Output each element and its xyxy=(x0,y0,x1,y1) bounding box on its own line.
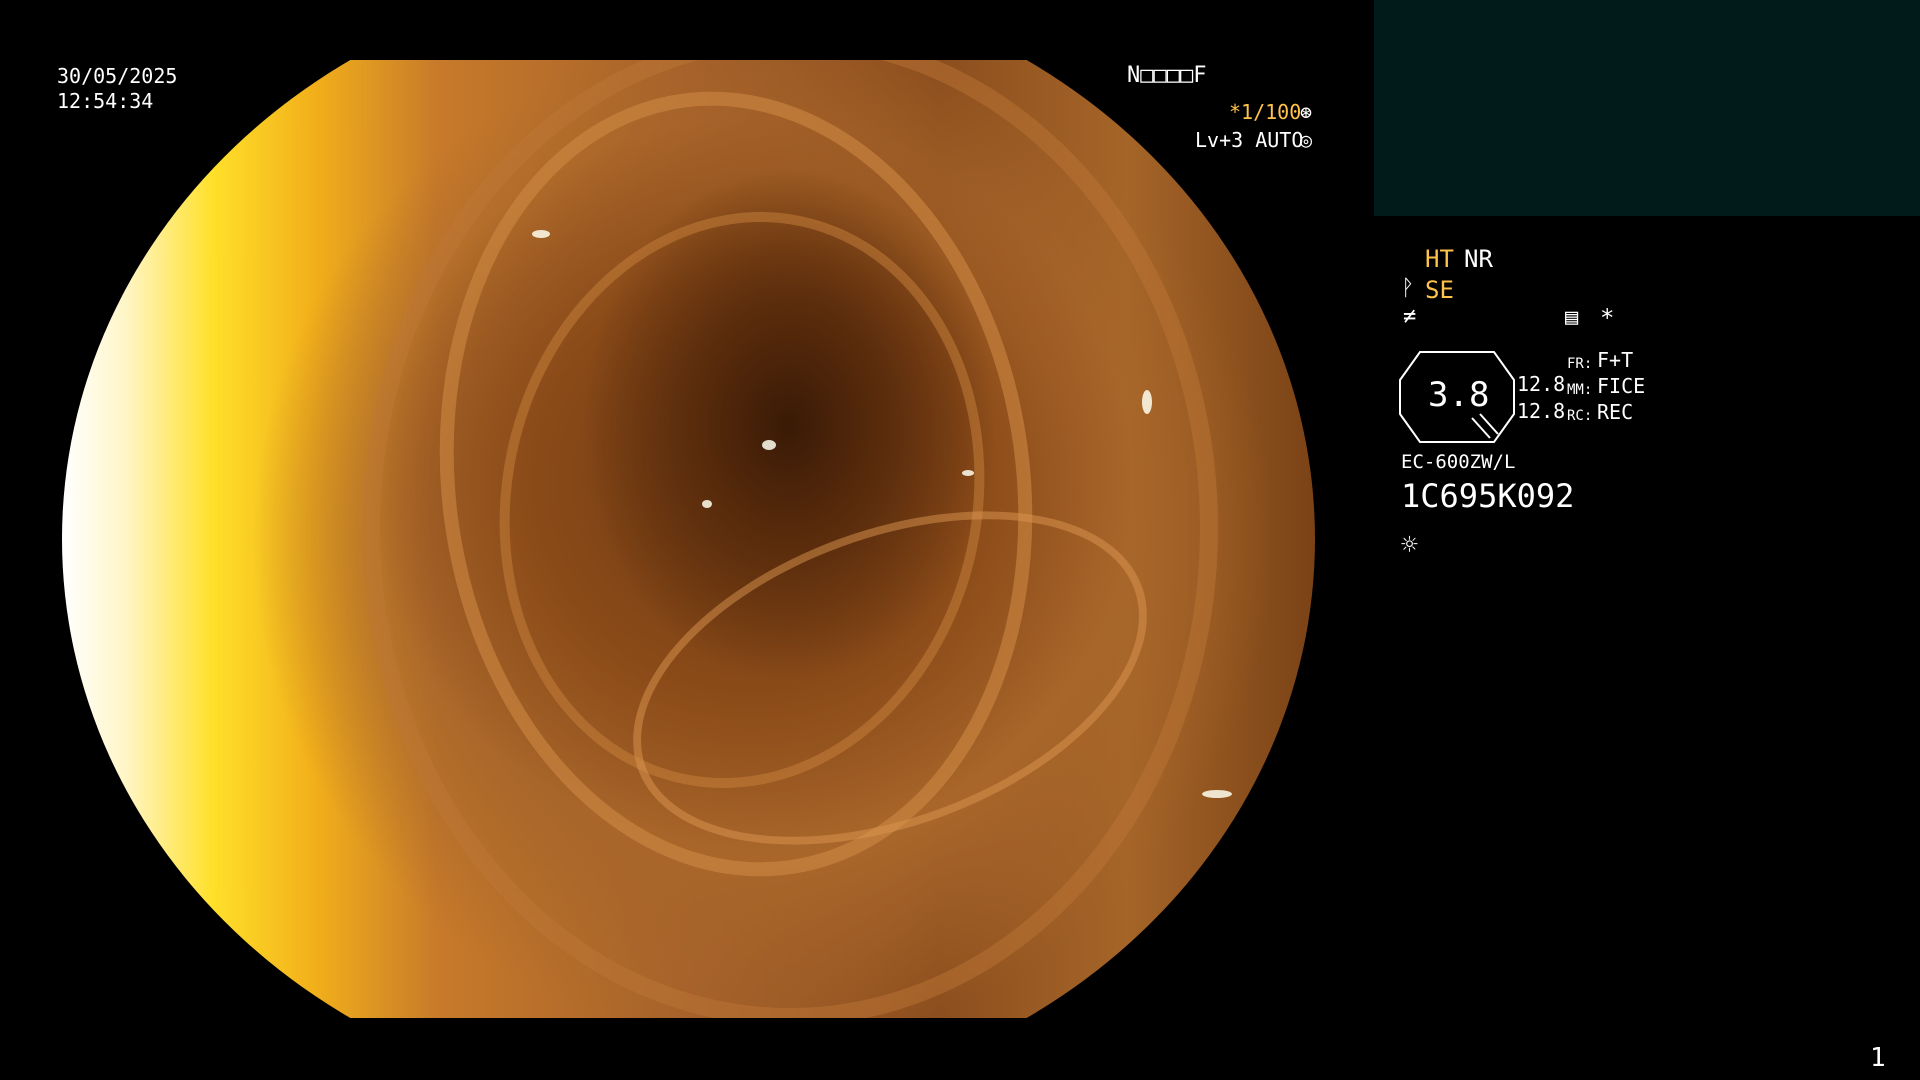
rc-label: RC: xyxy=(1567,408,1593,424)
lightning-icon: ≠ xyxy=(1403,304,1417,329)
patient-code: N□□□□F xyxy=(1127,63,1207,88)
mm-value: FICE xyxy=(1597,374,1646,398)
scope-serial: 1C695K092 xyxy=(1401,477,1575,515)
endoscope-image xyxy=(62,60,1315,1018)
brightness-icon: ☼ xyxy=(1401,528,1418,561)
nr-label: NR xyxy=(1464,245,1493,273)
mm-label: MM: xyxy=(1567,382,1593,398)
scope-model: EC-600ZW/L xyxy=(1401,451,1516,473)
fr-label: FR: xyxy=(1567,356,1593,372)
thumbnail-area xyxy=(1374,0,1920,216)
endoscope-view xyxy=(62,60,1315,1018)
focus-bottom: 12.8 xyxy=(1517,399,1566,423)
time-label: 12:54:34 xyxy=(57,89,154,113)
se-label: SE xyxy=(1425,276,1454,304)
page-number: 1 xyxy=(1870,1043,1886,1073)
focus-top: 12.8 xyxy=(1517,372,1566,396)
shutter-value: *1/100 xyxy=(1229,100,1302,124)
scope-tip-icon: ᚹ xyxy=(1401,276,1415,301)
memo-icon: ▤ xyxy=(1565,305,1579,330)
auto-iris-icon: ◎ xyxy=(1300,128,1313,152)
level-value: Lv+3 AUTO xyxy=(1195,128,1304,152)
fr-value: F+T xyxy=(1597,348,1634,372)
date-label: 30/05/2025 xyxy=(57,64,178,88)
ht-label: HT xyxy=(1425,245,1454,273)
shutter-icon: ⊛ xyxy=(1300,100,1313,124)
asterisk-label: * xyxy=(1600,304,1615,332)
zoom-value: 3.8 xyxy=(1428,375,1490,415)
rc-value: REC xyxy=(1597,400,1634,424)
